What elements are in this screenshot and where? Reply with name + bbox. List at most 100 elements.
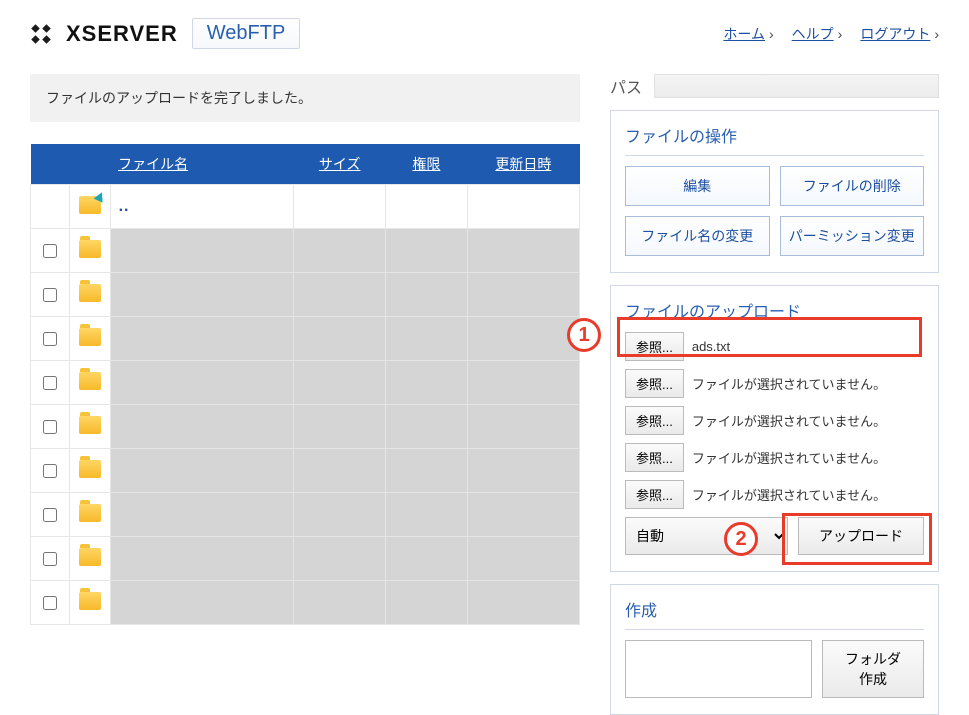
home-link[interactable]: ホーム	[723, 26, 765, 42]
table-cell-size	[294, 493, 386, 537]
table-cell-name[interactable]	[110, 229, 294, 273]
row-checkbox[interactable]	[43, 376, 57, 390]
table-cell-perm	[386, 449, 468, 493]
folder-icon[interactable]	[79, 284, 101, 302]
selected-file-text: ファイルが選択されていません。	[692, 448, 886, 467]
table-cell-perm	[386, 581, 468, 625]
table-cell-date	[467, 449, 579, 493]
row-checkbox[interactable]	[43, 288, 57, 302]
upload-title: ファイルのアップロード	[625, 298, 924, 322]
table-cell-size	[294, 581, 386, 625]
chevron-right-icon: ›	[769, 26, 774, 42]
table-cell-size	[294, 273, 386, 317]
path-field[interactable]	[654, 74, 939, 98]
browse-button[interactable]: 参照...	[625, 369, 684, 398]
table-cell-date	[467, 405, 579, 449]
col-header-size[interactable]: サイズ	[294, 144, 386, 185]
row-checkbox[interactable]	[43, 244, 57, 258]
header: XSERVER WebFTP ホーム› ヘルプ› ログアウト›	[30, 0, 939, 54]
table-cell-name[interactable]	[110, 273, 294, 317]
logo-group: XSERVER WebFTP	[30, 18, 300, 49]
create-panel: 作成 フォルダ作成	[610, 584, 939, 715]
up-folder-icon[interactable]	[79, 196, 101, 214]
col-header-name[interactable]: ファイル名	[110, 144, 294, 185]
table-cell-date	[467, 229, 579, 273]
chmod-button[interactable]: パーミッション変更	[780, 216, 925, 256]
table-cell-size	[294, 361, 386, 405]
table-cell-perm	[386, 405, 468, 449]
row-checkbox[interactable]	[43, 552, 57, 566]
table-cell-name[interactable]	[110, 581, 294, 625]
folder-icon[interactable]	[79, 460, 101, 478]
table-cell-size	[294, 229, 386, 273]
row-checkbox[interactable]	[43, 596, 57, 610]
folder-icon[interactable]	[79, 504, 101, 522]
selected-file-text: ファイルが選択されていません。	[692, 374, 886, 393]
transfer-mode-select[interactable]: 自動	[625, 517, 788, 555]
upload-row: 参照... ファイルが選択されていません。	[625, 443, 924, 472]
top-nav: ホーム› ヘルプ› ログアウト›	[723, 24, 939, 44]
create-folder-button[interactable]: フォルダ作成	[822, 640, 924, 698]
col-icon	[69, 144, 110, 185]
folder-name-input[interactable]	[625, 640, 812, 698]
rename-button[interactable]: ファイル名の変更	[625, 216, 770, 256]
table-cell-date	[467, 537, 579, 581]
table-cell-perm	[386, 317, 468, 361]
table-cell-size	[294, 317, 386, 361]
product-badge[interactable]: WebFTP	[192, 18, 301, 49]
col-header-date[interactable]: 更新日時	[467, 144, 579, 185]
table-cell-name[interactable]	[110, 449, 294, 493]
folder-icon[interactable]	[79, 240, 101, 258]
delete-button[interactable]: ファイルの削除	[780, 166, 925, 206]
table-cell-date	[467, 493, 579, 537]
help-link[interactable]: ヘルプ	[792, 26, 834, 42]
browse-button[interactable]: 参照...	[625, 443, 684, 472]
selected-file-text: ファイルが選択されていません。	[692, 411, 886, 430]
brand-name: XSERVER	[66, 21, 178, 47]
create-title: 作成	[625, 597, 924, 630]
row-checkbox[interactable]	[43, 508, 57, 522]
upload-row: 参照... ファイルが選択されていません。	[625, 480, 924, 509]
table-cell-date	[467, 317, 579, 361]
table-cell-perm	[386, 361, 468, 405]
table-cell-name[interactable]	[110, 317, 294, 361]
upload-button[interactable]: アップロード	[798, 517, 924, 555]
path-row: パス	[610, 74, 939, 98]
row-checkbox[interactable]	[43, 420, 57, 434]
parent-dir-link[interactable]: ..	[119, 198, 130, 215]
row-checkbox[interactable]	[43, 464, 57, 478]
table-cell-name[interactable]	[110, 537, 294, 581]
col-header-perm[interactable]: 権限	[386, 144, 468, 185]
browse-button[interactable]: 参照...	[625, 406, 684, 435]
logo-icon	[30, 23, 52, 45]
folder-icon[interactable]	[79, 372, 101, 390]
chevron-right-icon: ›	[838, 26, 843, 42]
table-cell-date	[467, 361, 579, 405]
folder-icon[interactable]	[79, 548, 101, 566]
file-ops-panel: ファイルの操作 編集 ファイルの削除 ファイル名の変更 パーミッション変更	[610, 110, 939, 273]
table-cell-name[interactable]	[110, 405, 294, 449]
folder-icon[interactable]	[79, 416, 101, 434]
table-cell-date	[467, 581, 579, 625]
upload-panel: ファイルのアップロード 参照...ads.txt参照...ファイルが選択されてい…	[610, 285, 939, 572]
chevron-right-icon: ›	[934, 26, 939, 42]
table-cell-perm	[386, 493, 468, 537]
browse-button[interactable]: 参照...	[625, 332, 684, 361]
path-label: パス	[610, 74, 642, 98]
file-ops-title: ファイルの操作	[625, 123, 924, 156]
logout-link[interactable]: ログアウト	[860, 26, 930, 42]
table-cell-size	[294, 537, 386, 581]
table-cell-name[interactable]	[110, 493, 294, 537]
table-cell-date	[467, 273, 579, 317]
row-checkbox[interactable]	[43, 332, 57, 346]
upload-row: 参照...ads.txt	[625, 332, 924, 361]
folder-icon[interactable]	[79, 592, 101, 610]
table-cell-perm	[386, 229, 468, 273]
browse-button[interactable]: 参照...	[625, 480, 684, 509]
table-cell-name[interactable]	[110, 361, 294, 405]
edit-button[interactable]: 編集	[625, 166, 770, 206]
selected-file-text: ファイルが選択されていません。	[692, 485, 886, 504]
folder-icon[interactable]	[79, 328, 101, 346]
table-cell-size	[294, 449, 386, 493]
col-checkbox	[31, 144, 70, 185]
